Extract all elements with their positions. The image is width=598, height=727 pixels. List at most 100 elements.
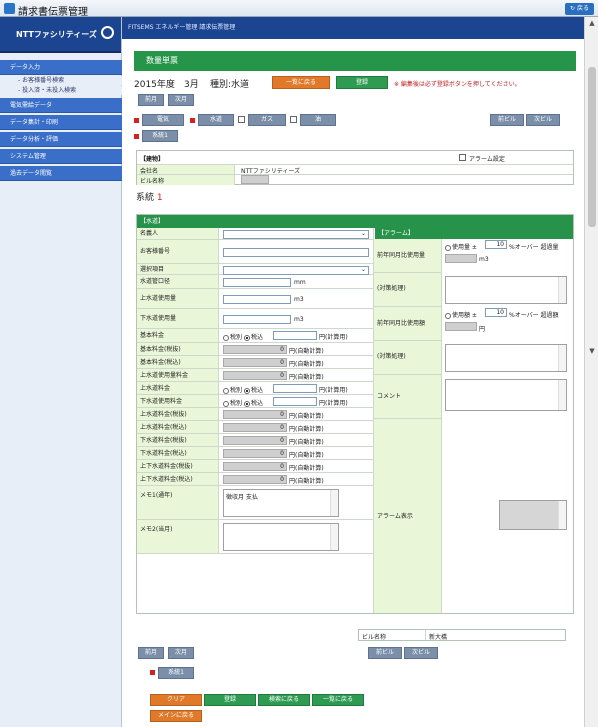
register-button[interactable]: 登録	[336, 76, 388, 89]
tax-radio-group[interactable]: 税別 税込	[223, 332, 263, 341]
footer-prev-month-button[interactable]: 前月	[138, 647, 164, 659]
sidebar-subitem-customer-search[interactable]: - お客様番号検索	[0, 76, 122, 85]
reason2-textarea[interactable]	[445, 344, 567, 372]
sidebar-item-system[interactable]: システム管理	[0, 149, 122, 164]
sidebar-item-archive[interactable]: 過去データ閲覧	[0, 166, 122, 181]
textarea-scrollbar[interactable]	[558, 345, 566, 371]
customer-number-input[interactable]	[223, 248, 369, 257]
tax-note: 円(計算用)	[319, 400, 348, 407]
back-to-list-button[interactable]: 一覧に戻る	[272, 76, 330, 89]
reason1-textarea[interactable]	[445, 276, 567, 304]
auto-calc-note: 円(自動計算)	[289, 348, 324, 355]
tax-amount-input[interactable]	[273, 397, 317, 406]
cell-divider	[425, 630, 426, 640]
auto-calc-field: 0	[223, 345, 287, 354]
auto-calc-note: 円(自動計算)	[289, 374, 324, 381]
amount-radio[interactable]: 使用額 ±	[445, 310, 477, 319]
footer-next-building-button[interactable]: 次ビル	[404, 647, 438, 659]
kind-label: 種別:水道	[210, 80, 250, 90]
amount-percent-input[interactable]: 10	[485, 308, 507, 317]
main-content: FITSEMS エネルギー管理 請求伝票管理 数量単票 2015年度 3月 種別…	[122, 17, 584, 727]
water-row: お客様番号	[137, 240, 374, 264]
water-row: 下水道使用量 m3	[137, 309, 374, 329]
memo-textarea-18[interactable]: 徴収月 支払	[223, 489, 339, 517]
footer-building-label: ビル名称	[362, 634, 387, 641]
footer-system1-button[interactable]: 系統1	[158, 667, 194, 679]
water-input-4[interactable]	[223, 295, 291, 304]
next-building-button[interactable]: 次ビル	[526, 114, 560, 126]
textarea-scrollbar[interactable]	[558, 501, 566, 529]
building-name-label: ビル名称	[140, 178, 165, 185]
footer-prev-building-button[interactable]: 前ビル	[368, 647, 402, 659]
auto-calc-note: 円(自動計算)	[289, 439, 324, 446]
oil-button[interactable]: 油	[300, 114, 336, 126]
water-select-2[interactable]: ⌄	[223, 266, 369, 275]
water-row-label: 上水道料金(税抜)	[137, 408, 219, 420]
usage-excess-field	[445, 254, 477, 263]
sidebar-item-analysis[interactable]: データ分析・評価	[0, 132, 122, 147]
alarm-display-cell: アラーム表示	[374, 419, 442, 613]
usage-percent-input[interactable]: 10	[485, 240, 507, 249]
tax-amount-input[interactable]	[273, 331, 317, 340]
system-mark-icon	[134, 134, 139, 139]
system1-button[interactable]: 系統1	[142, 130, 178, 142]
auto-calc-field: 0	[223, 462, 287, 471]
water-input-3[interactable]	[223, 278, 291, 287]
water-row: 名義人 ⌄	[137, 228, 374, 240]
alarm-display-box	[499, 500, 567, 530]
scroll-thumb[interactable]	[588, 67, 596, 227]
comment-textarea[interactable]	[445, 379, 567, 411]
auto-calc-note: 円(自動計算)	[289, 465, 324, 472]
footer-register-button[interactable]: 登録	[204, 694, 256, 706]
tax-incl-label: 税込	[250, 387, 263, 394]
back-button[interactable]: ↻ 戻る	[565, 3, 594, 15]
footer-system-mark-icon	[150, 670, 155, 675]
usage-radio[interactable]: 使用量 ±	[445, 242, 477, 251]
memo-textarea-19[interactable]	[223, 523, 339, 551]
prev-month-button[interactable]: 前月	[138, 94, 164, 106]
water-select-0[interactable]: ⌄	[223, 230, 369, 239]
gas-checkbox[interactable]	[238, 116, 245, 123]
tax-incl-label: 税込	[250, 334, 263, 341]
tax-radio-group[interactable]: 税別 税込	[223, 385, 263, 394]
tax-radio-group[interactable]: 税別 税込	[223, 398, 263, 407]
back-to-menu-button[interactable]: メインに戻る	[150, 710, 202, 722]
prev-building-button[interactable]: 前ビル	[490, 114, 524, 126]
scroll-up-icon[interactable]: ▲	[588, 19, 596, 27]
water-row: 選択項目 ⌄	[137, 264, 374, 275]
water-row-label: 下水道料金(税抜)	[137, 434, 219, 446]
gas-button[interactable]: ガス	[248, 114, 286, 126]
sidebar-item-aggregate[interactable]: データ集計・印刷	[0, 115, 122, 130]
oil-checkbox[interactable]	[290, 116, 297, 123]
sidebar-item-data-entry[interactable]: データ入力	[0, 60, 122, 75]
water-input-5[interactable]	[223, 315, 291, 324]
prev-year-amount-cell: 前年同月比使用額	[374, 307, 442, 341]
sidebar-subitem-input-search[interactable]: - 投入済・未投入検索	[0, 86, 122, 95]
page-scrollbar[interactable]: ▲ ▼	[584, 17, 598, 727]
alarm-setting-checkbox[interactable]	[459, 154, 466, 161]
system-label: 系統 1	[136, 190, 163, 203]
clear-button[interactable]: クリア	[150, 694, 202, 706]
water-row: 上水道料金 税別 税込 円(計算用)	[137, 382, 374, 395]
water-row: 上水道使用量料金 0 円(自動計算)	[137, 369, 374, 382]
next-month-button[interactable]: 次月	[168, 94, 194, 106]
scroll-down-icon[interactable]: ▼	[588, 347, 596, 355]
electric-button[interactable]: 電気	[142, 114, 184, 126]
footer-back-to-list-button[interactable]: 一覧に戻る	[312, 694, 364, 706]
textarea-scrollbar[interactable]	[558, 380, 566, 410]
water-table: 【水道】 【アラーム】 名義人 ⌄ お客様番号 選択項目 ⌄ 水道管口径 mm 上水道使用量 m…	[136, 214, 574, 614]
chevron-down-icon: ⌄	[360, 230, 366, 237]
sidebar-item-power-data[interactable]: 電気需給データ	[0, 98, 122, 113]
prev-year-usage-cell: 前年同月比使用量	[374, 239, 442, 273]
textarea-scrollbar[interactable]	[330, 490, 338, 516]
footer-next-month-button[interactable]: 次月	[168, 647, 194, 659]
tax-amount-input[interactable]	[273, 384, 317, 393]
radio-selected-icon	[243, 387, 250, 394]
water-row-label: 上下水道料金(税込)	[137, 473, 219, 485]
tax-note: 円(計算用)	[319, 334, 348, 341]
back-to-search-button[interactable]: 検索に戻る	[258, 694, 310, 706]
textarea-scrollbar[interactable]	[330, 524, 338, 550]
textarea-scrollbar[interactable]	[558, 277, 566, 303]
water-button[interactable]: 水道	[198, 114, 234, 126]
reason1-label: (対策処理)	[377, 285, 406, 292]
